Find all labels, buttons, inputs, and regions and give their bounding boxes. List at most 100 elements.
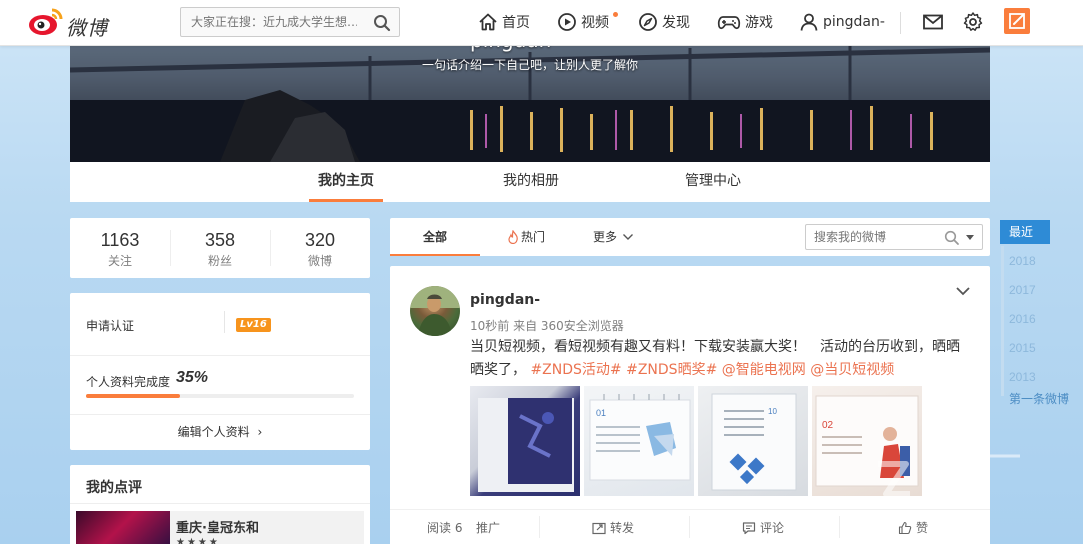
chevron-down-icon[interactable] <box>954 284 972 298</box>
review-item[interactable]: 重庆·皇冠东和 ★★★★ <box>76 511 364 544</box>
flame-icon <box>508 230 518 244</box>
post-photo-calendar-back[interactable]: 10 <box>698 386 808 496</box>
dropdown-caret-icon[interactable] <box>965 234 975 242</box>
comment-button[interactable]: 评论 <box>742 519 784 536</box>
avatar-photo <box>410 286 460 336</box>
timeline-year[interactable]: 2016 <box>1009 312 1036 326</box>
search-icon[interactable] <box>373 14 391 32</box>
post-author[interactable]: pingdan- <box>470 292 540 308</box>
calendar-pages-photo: 10 <box>711 393 797 491</box>
nav-video-label: 视频 <box>581 15 609 31</box>
nav-games-label: 游戏 <box>745 15 773 31</box>
forward-button[interactable]: 转发 <box>592 519 634 536</box>
home-icon <box>479 13 497 31</box>
profile-info-card: 申请认证 Lv16 个人资料完成度 35% 编辑个人资料 › <box>70 293 370 450</box>
apply-verification-link[interactable]: 申请认证 <box>86 317 134 334</box>
watermark-logo <box>878 454 1020 497</box>
mention-link[interactable]: @当贝短视频 <box>810 362 894 378</box>
reviews-divider <box>70 503 370 504</box>
nav-divider <box>900 12 901 34</box>
new-dot-indicator <box>613 12 618 17</box>
followers-label: 粉丝 <box>207 254 232 268</box>
nav-home[interactable]: 首页 <box>478 10 530 34</box>
desk-calendar-photo: 01 <box>589 394 691 481</box>
mention-link[interactable]: @智能电视网 <box>722 362 806 378</box>
nav-discover-label: 发现 <box>662 15 690 31</box>
forward-label: 转发 <box>610 521 635 535</box>
chevron-down-icon <box>623 234 634 240</box>
completion-label: 个人资料完成度 <box>86 375 171 389</box>
profile-tabs: 我的主页 我的相册 管理中心 <box>70 162 990 202</box>
review-place-name: 重庆·皇冠东和 <box>176 521 259 536</box>
post-search <box>805 224 983 250</box>
post-meta: 10秒前 来自 360安全浏览器 <box>470 319 624 333</box>
post-search-input[interactable] <box>806 225 936 249</box>
nav-video[interactable]: 视频 <box>557 10 618 34</box>
stat-followers[interactable]: 358 粉丝 <box>170 218 270 278</box>
global-search-input[interactable] <box>181 8 367 36</box>
stat-posts[interactable]: 320 微博 <box>270 218 370 278</box>
tab-my-album[interactable]: 我的相册 <box>494 162 568 202</box>
post-photo-calendar-jan[interactable]: 01 <box>584 386 694 496</box>
global-search <box>180 7 400 37</box>
search-icon[interactable] <box>944 230 960 246</box>
level-badge[interactable]: Lv16 <box>236 318 271 332</box>
edit-profile-link[interactable]: 编辑个人资料 › <box>70 414 370 450</box>
tab-management[interactable]: 管理中心 <box>676 162 750 202</box>
promote-button[interactable]: 推广 <box>476 519 500 536</box>
nav-profile[interactable]: pingdan- <box>799 10 885 34</box>
avatar[interactable] <box>410 286 460 336</box>
nav-discover[interactable]: 发现 <box>638 10 690 34</box>
weibo-eye-icon <box>29 8 63 35</box>
filter-hot[interactable]: 热门 <box>507 218 545 256</box>
top-navigation-bar: 微博 首页 视频 发现 <box>0 0 1083 46</box>
nav-home-label: 首页 <box>502 15 530 31</box>
chevron-right-icon: › <box>257 425 263 439</box>
timeline-line <box>1001 246 1004 396</box>
timeline-year[interactable]: 2013 <box>1009 370 1036 384</box>
edit-profile-label: 编辑个人资料 <box>177 425 250 439</box>
feed-filter-bar: 全部 热门 更多 <box>390 218 990 256</box>
svg-text:02: 02 <box>822 420 834 431</box>
forward-icon <box>592 522 606 534</box>
nav-profile-label: pingdan- <box>823 14 885 30</box>
compose-icon <box>1009 13 1025 29</box>
completion-value: 35% <box>176 369 209 386</box>
topic-tag[interactable]: #ZNDS活动# <box>530 362 621 378</box>
profile-stats-card: 1163 关注 358 粉丝 320 微博 <box>70 218 370 278</box>
filter-more-label: 更多 <box>593 230 618 244</box>
timeline-first-post[interactable]: 第一条微博 <box>1009 390 1069 407</box>
timeline-year[interactable]: 2015 <box>1009 341 1036 355</box>
profile-intro[interactable]: 一句话介绍一下自己吧，让别人更了解你 <box>422 56 638 73</box>
post-text: 当贝短视频，看短视频有趣又有料！下载安装赢大奖！ 活动的台历收到，晒晒晒奖了， … <box>470 336 970 382</box>
logo-text: 微博 <box>66 16 108 40</box>
stat-following[interactable]: 1163 关注 <box>70 218 170 278</box>
mail-icon[interactable] <box>922 11 944 33</box>
filter-more[interactable]: 更多 <box>593 218 634 256</box>
completion-progress-bar <box>86 394 354 398</box>
gear-icon[interactable] <box>962 11 984 33</box>
site-watermark <box>870 450 1040 510</box>
filter-all[interactable]: 全部 <box>390 218 480 256</box>
like-button[interactable]: 赞 <box>898 519 928 536</box>
nav-games[interactable]: 游戏 <box>717 10 773 34</box>
comment-icon <box>742 521 756 534</box>
tab-my-home[interactable]: 我的主页 <box>309 162 383 202</box>
topic-tag[interactable]: #ZNDS晒奖# <box>626 362 717 378</box>
comment-label: 评论 <box>760 521 785 535</box>
timeline-recent[interactable]: 最近 <box>1000 220 1050 244</box>
action-divider <box>839 516 840 538</box>
post-photo-calendar-box[interactable] <box>470 386 580 496</box>
reviews-title: 我的点评 <box>86 480 142 496</box>
video-icon <box>558 13 576 31</box>
posts-count: 320 <box>304 230 336 250</box>
svg-text:10: 10 <box>768 407 777 416</box>
timeline-year[interactable]: 2018 <box>1009 254 1036 268</box>
timeline-year[interactable]: 2017 <box>1009 283 1036 297</box>
compose-button[interactable] <box>1004 8 1030 34</box>
weibo-logo[interactable]: 微博 <box>28 6 128 40</box>
compass-icon <box>639 13 657 31</box>
gamepad-icon <box>717 16 741 30</box>
following-count: 1163 <box>100 230 140 250</box>
thumbs-up-icon <box>898 521 912 534</box>
